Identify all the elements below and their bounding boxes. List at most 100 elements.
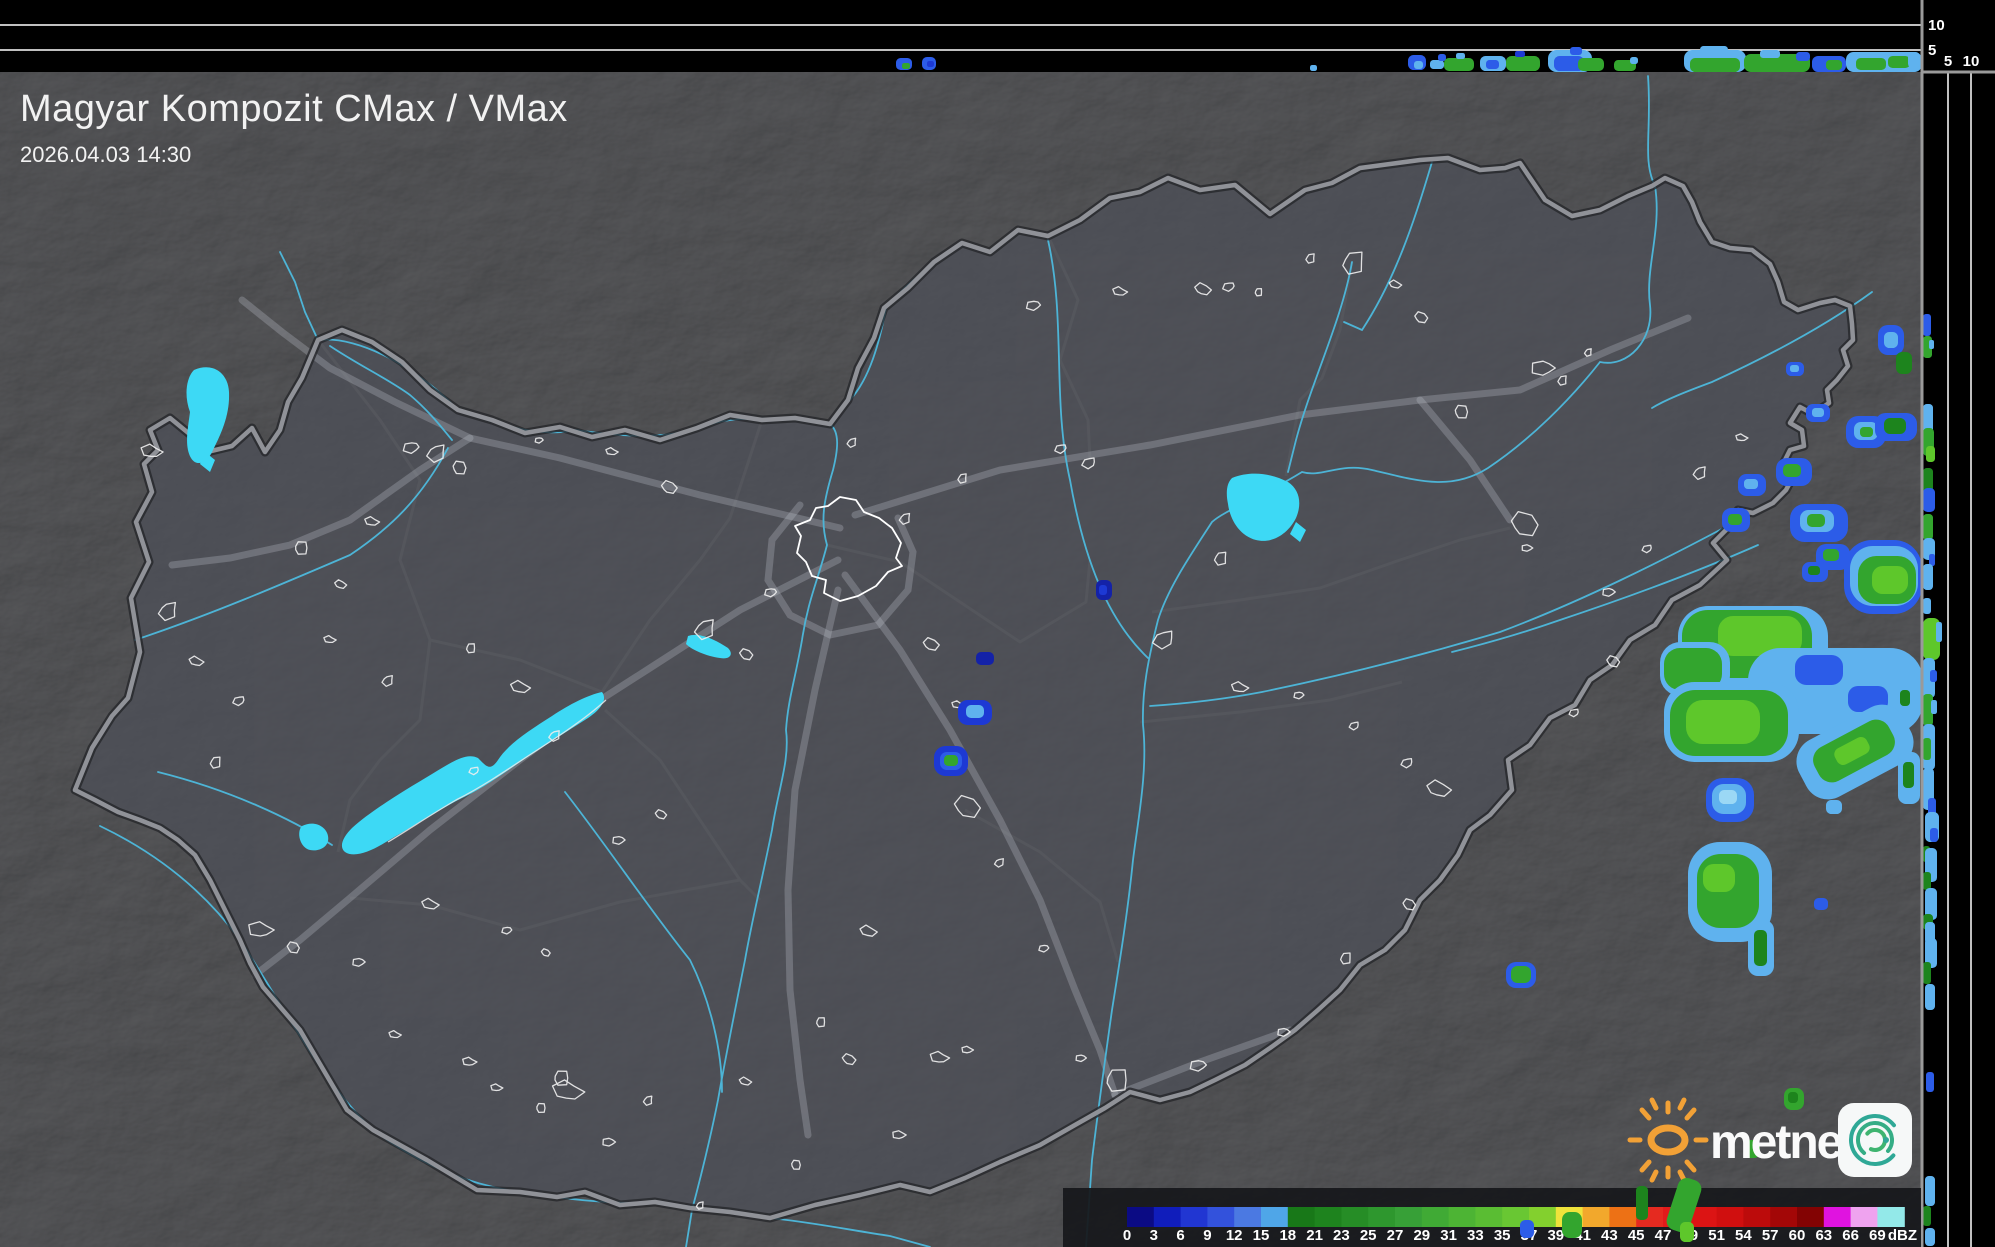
colorbar-cell [1127, 1207, 1155, 1227]
radar-echo-cell [1936, 622, 1942, 642]
radar-echo-cell [1923, 314, 1931, 336]
colorbar-cell [1207, 1207, 1235, 1227]
colorbar-tick: 15 [1253, 1227, 1270, 1244]
radar-echo-cell [1754, 930, 1767, 966]
colorbar-tick: 12 [1226, 1227, 1243, 1244]
radar-composite-scene: 10 5 5 10 metnet 0 3 6 9 12 15 18 21 23 … [0, 0, 1995, 1247]
radar-echo-cell [1929, 340, 1934, 349]
radar-echo-cell [1520, 1220, 1534, 1238]
radar-echo-cell [1790, 365, 1799, 372]
radar-echo-cell [1486, 60, 1499, 69]
radar-echo-cell [1925, 1176, 1935, 1206]
colorbar-tick: 25 [1360, 1227, 1377, 1244]
radar-echo-cell [1719, 790, 1737, 804]
colorbar-tick: 39 [1547, 1227, 1564, 1244]
colorbar-tick: 3 [1150, 1227, 1158, 1244]
radar-echo-cell [1562, 1212, 1582, 1238]
radar-echo-cell [1856, 58, 1886, 70]
radar-echo-cell [1926, 446, 1935, 462]
radar-echo-cell [1931, 700, 1937, 714]
radar-echo-cell [1310, 65, 1317, 71]
width-axis-label-5: 5 [1944, 53, 1952, 70]
radar-echo-cell [1860, 427, 1873, 437]
radar-echo-cell [1926, 1072, 1934, 1092]
radar-echo-cell [1511, 966, 1531, 983]
radar-echo-cell [1923, 738, 1931, 760]
radar-echo-cell [1900, 690, 1910, 706]
radar-echo-cell [1908, 52, 1920, 68]
colorbar-cell [1582, 1207, 1610, 1227]
radar-echo-cell [1686, 700, 1760, 744]
radar-echo-cell [944, 755, 958, 766]
radar-echo-cell [1430, 60, 1444, 69]
map-canvas[interactable] [0, 72, 1923, 1247]
colorbar-tick: 66 [1842, 1227, 1859, 1244]
radar-echo-cell [1823, 549, 1839, 561]
colorbar-tick: 29 [1413, 1227, 1430, 1244]
radar-echo-cell [1570, 47, 1582, 55]
colorbar-cell [1743, 1207, 1771, 1227]
right-profile-strip [1923, 0, 1995, 1247]
colorbar-cell [1448, 1207, 1476, 1227]
radar-echo-cell [1930, 828, 1938, 842]
radar-echo-cell [1903, 762, 1914, 788]
radar-echo-cell [1690, 58, 1740, 72]
colorbar-tick: 60 [1789, 1227, 1806, 1244]
radar-echo-cell [1896, 352, 1912, 374]
colorbar-cell [1770, 1207, 1798, 1227]
width-axis-label-10: 10 [1963, 53, 1980, 70]
colorbar-tick: 23 [1333, 1227, 1350, 1244]
radar-echo-cell [1788, 1092, 1798, 1103]
colorbar-tick: 57 [1762, 1227, 1779, 1244]
colorbar-cell [1877, 1207, 1905, 1227]
radar-echo-cell [1826, 60, 1842, 70]
colorbar-tick: 43 [1601, 1227, 1618, 1244]
radar-echo-cell [1884, 418, 1906, 434]
radar-echo-cell [1506, 56, 1540, 71]
radar-echo-cell [1744, 479, 1758, 489]
colorbar-cell [1475, 1207, 1503, 1227]
radar-echo-cell [1888, 56, 1910, 68]
colorbar-cell [1341, 1207, 1369, 1227]
colorbar-cells [1127, 1207, 1905, 1227]
radar-app-window: 10 5 5 10 metnet 0 3 6 9 12 15 18 21 23 … [0, 0, 1995, 1247]
radar-echo-cell [1515, 51, 1525, 57]
radar-echo-cell [1923, 872, 1931, 890]
metnet-app-icon [1838, 1103, 1912, 1177]
colorbar-cell [1261, 1207, 1289, 1227]
colorbar-cell [1234, 1207, 1262, 1227]
radar-echo-cell [1923, 514, 1933, 540]
radar-echo-cell [1925, 1228, 1935, 1246]
radar-echo-cell [1760, 50, 1780, 58]
logo-text: metnet [1710, 1116, 1857, 1169]
radar-echo-cell [1872, 566, 1908, 594]
radar-echo-cell [1578, 58, 1604, 71]
radar-echo-cell [1456, 53, 1465, 59]
radar-echo-cell [1636, 1186, 1648, 1220]
top-profile-strip [0, 0, 1922, 72]
radar-echo-cell [1923, 564, 1933, 590]
radar-echo-cell [1808, 566, 1820, 575]
radar-echo-cell [1812, 408, 1824, 417]
radar-echo-cell [1680, 1222, 1694, 1242]
radar-echo-cell [1925, 984, 1935, 1010]
radar-echo-cell [902, 63, 910, 69]
radar-echo-cell [1728, 514, 1742, 525]
colorbar-tick: 35 [1494, 1227, 1511, 1244]
radar-echo-cell [1414, 61, 1423, 69]
height-axis-label-10: 10 [1928, 17, 1945, 34]
colorbar-tick: 33 [1467, 1227, 1484, 1244]
radar-echo-cell [1795, 655, 1843, 685]
colorbar-tick: 0 [1123, 1227, 1131, 1244]
radar-echo-cell [1630, 57, 1638, 64]
radar-echo-cell [976, 652, 994, 665]
colorbar-cell [1850, 1207, 1878, 1227]
radar-echo-cell [1923, 488, 1935, 512]
colorbar-tick-labels: 0369121518212325272931333537394143454749… [1123, 1227, 1886, 1244]
colorbar-tick: 6 [1176, 1227, 1184, 1244]
colorbar-cell [1287, 1207, 1316, 1227]
colorbar-cell [1823, 1207, 1852, 1227]
colorbar-cell [1797, 1207, 1825, 1227]
radar-echo-cell [1884, 332, 1898, 348]
radar-echo-cell [1814, 898, 1828, 910]
